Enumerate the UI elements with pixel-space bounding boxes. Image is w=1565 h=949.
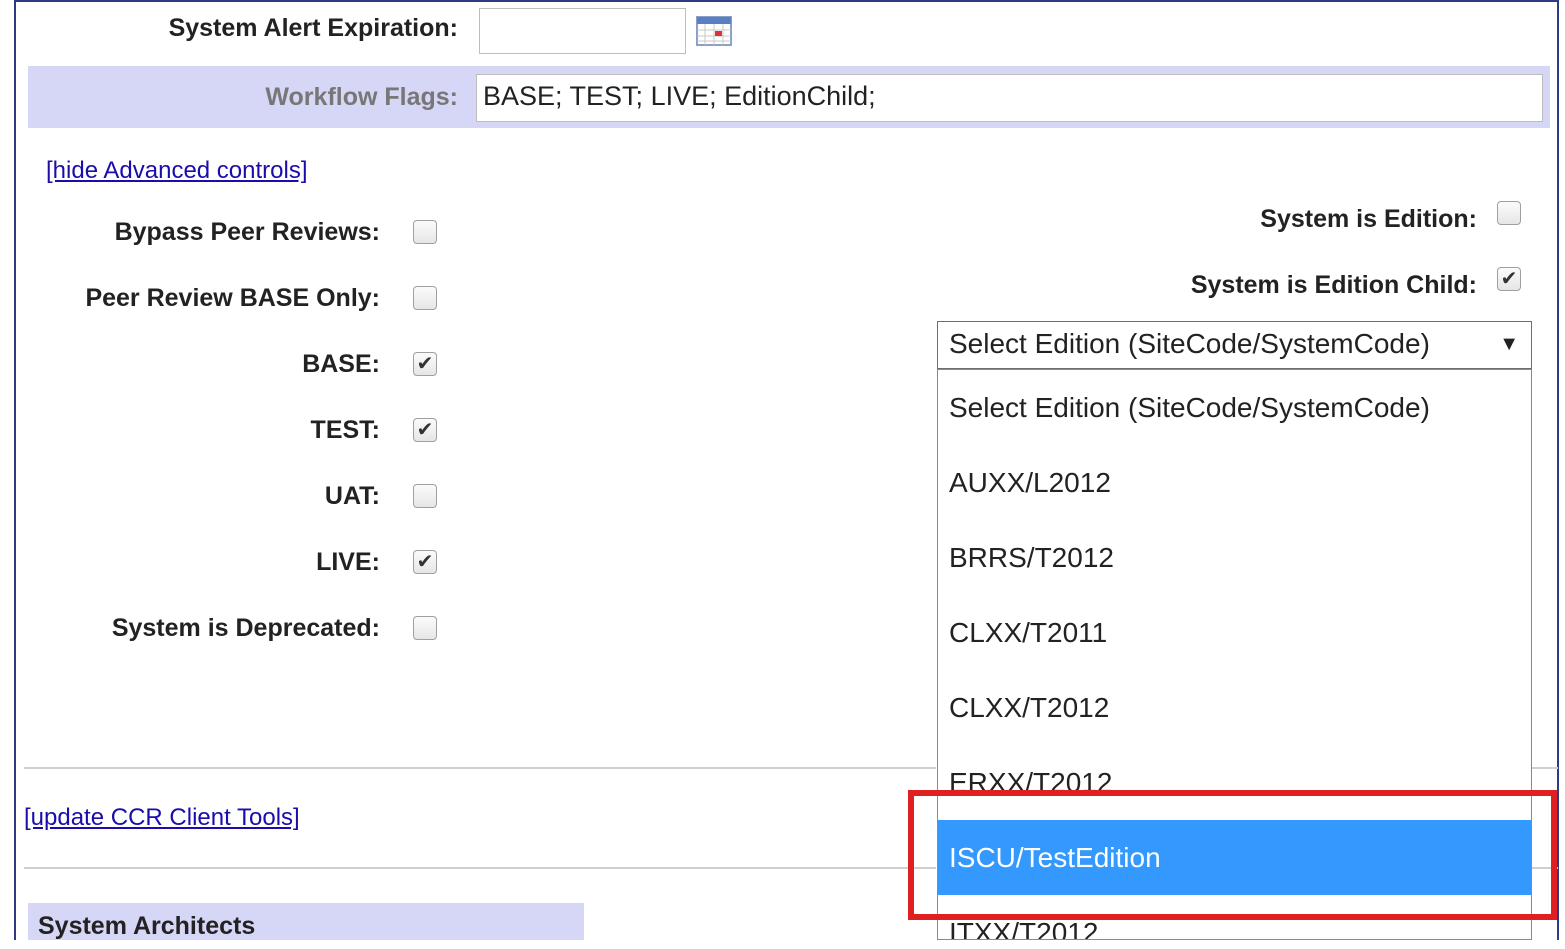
edition-option[interactable]: BRRS/T2012	[938, 520, 1531, 595]
workflow-flags-input[interactable]: BASE; TEST; LIVE; EditionChild;	[476, 74, 1543, 122]
divider	[1530, 767, 1558, 769]
edition-option[interactable]: CLXX/T2012	[938, 670, 1531, 745]
test-checkbox[interactable]: ✔	[413, 418, 437, 442]
check-icon: ✔	[1500, 268, 1518, 290]
system-deprecated-checkbox[interactable]	[413, 616, 437, 640]
edition-select[interactable]: Select Edition (SiteCode/SystemCode) ▼	[937, 321, 1532, 369]
system-is-edition-checkbox[interactable]	[1497, 201, 1521, 225]
peer-review-base-only-checkbox[interactable]	[413, 286, 437, 310]
check-icon: ✔	[416, 353, 434, 375]
edition-option[interactable]: AUXX/L2012	[938, 445, 1531, 520]
check-icon: ✔	[416, 419, 434, 441]
divider	[24, 867, 936, 869]
edition-option[interactable]: CLXX/T2011	[938, 595, 1531, 670]
alert-expiration-label: System Alert Expiration:	[168, 14, 458, 42]
live-label: LIVE:	[316, 548, 380, 576]
system-architects-header: System Architects	[28, 903, 584, 940]
calendar-icon[interactable]	[696, 16, 732, 51]
system-is-edition-child-label: System is Edition Child:	[1190, 271, 1477, 299]
divider	[24, 767, 936, 769]
alert-expiration-input[interactable]	[479, 8, 686, 54]
uat-checkbox[interactable]	[413, 484, 437, 508]
system-is-edition-label: System is Edition:	[1260, 205, 1477, 233]
uat-label: UAT:	[324, 482, 380, 510]
update-ccr-client-tools-link[interactable]: [update CCR Client Tools]	[24, 804, 300, 832]
test-label: TEST:	[310, 416, 380, 444]
base-label: BASE:	[302, 350, 380, 378]
annotation-highlight-box	[908, 790, 1557, 920]
workflow-flags-label: Workflow Flags:	[265, 83, 458, 111]
bypass-peer-reviews-label: Bypass Peer Reviews:	[114, 218, 380, 246]
system-architects-title: System Architects	[38, 912, 256, 940]
base-checkbox[interactable]: ✔	[413, 352, 437, 376]
bypass-peer-reviews-checkbox[interactable]	[413, 220, 437, 244]
system-deprecated-label: System is Deprecated:	[111, 614, 380, 642]
dropdown-arrow-icon: ▼	[1499, 333, 1519, 355]
live-checkbox[interactable]: ✔	[413, 550, 437, 574]
hide-advanced-controls-link[interactable]: [hide Advanced controls]	[46, 157, 308, 185]
peer-review-base-only-label: Peer Review BASE Only:	[85, 284, 380, 312]
edition-select-value: Select Edition (SiteCode/SystemCode)	[949, 328, 1430, 359]
system-is-edition-child-checkbox[interactable]: ✔	[1497, 267, 1521, 291]
edition-option[interactable]: Select Edition (SiteCode/SystemCode)	[938, 370, 1531, 445]
check-icon: ✔	[416, 551, 434, 573]
